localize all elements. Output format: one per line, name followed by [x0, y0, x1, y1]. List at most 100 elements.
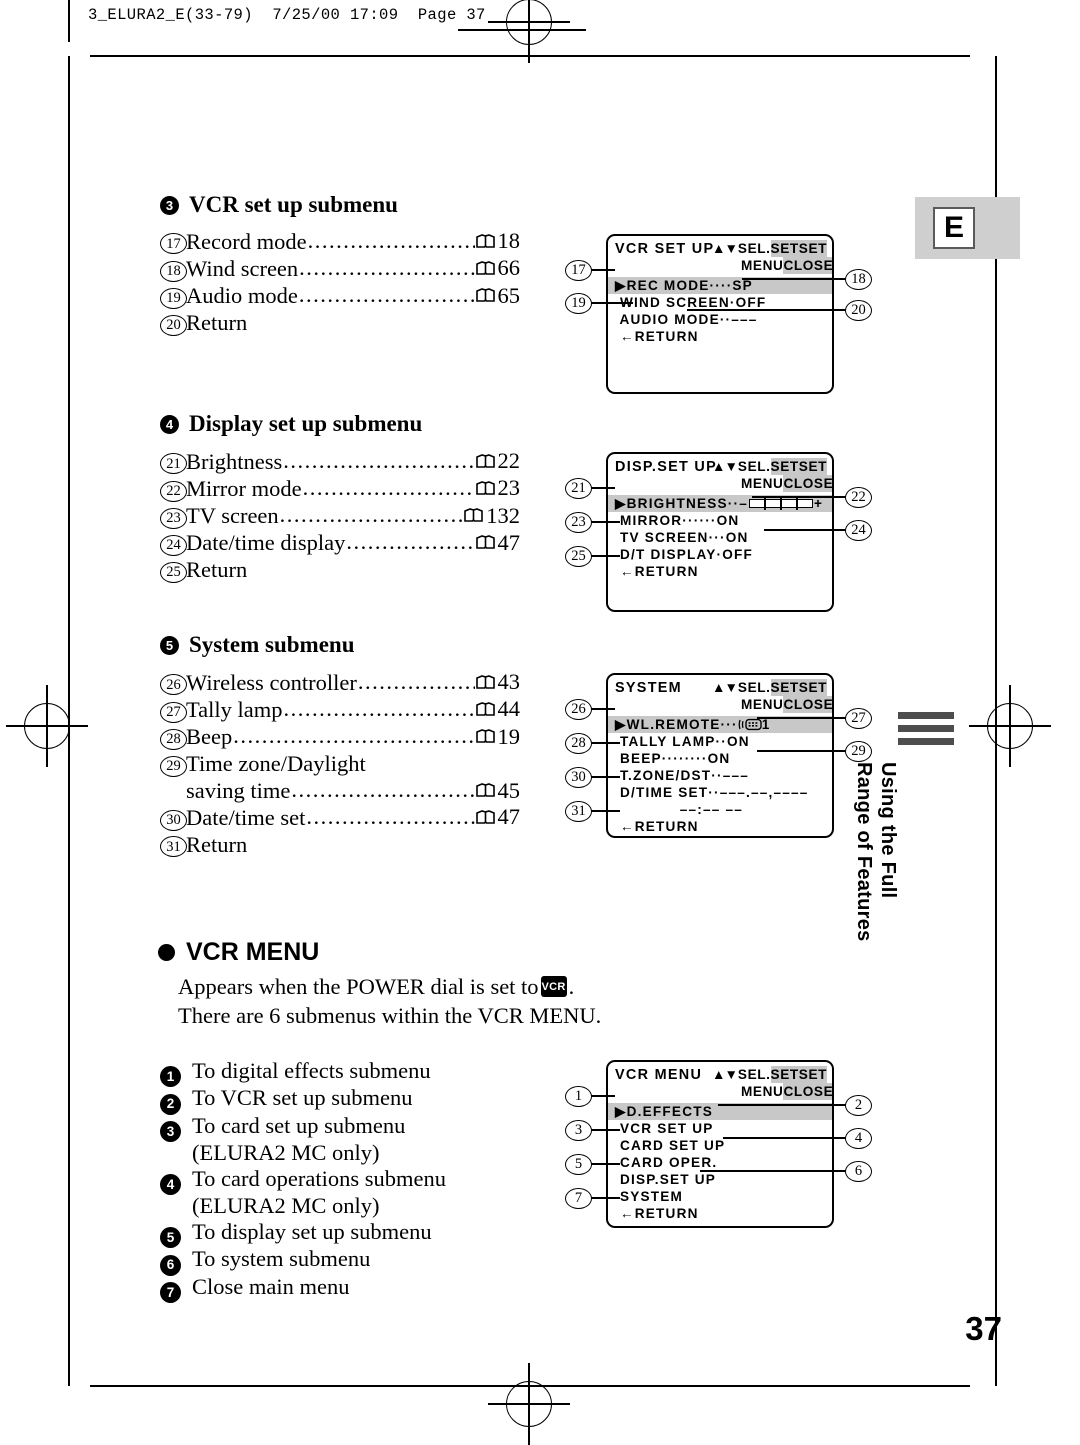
item-label: Return — [186, 831, 248, 857]
list-item: 4 To card operations submenu — [160, 1166, 446, 1196]
lcd-menu-row[interactable]: T.ZONE/DST··––– — [608, 767, 832, 784]
item-label: Tally lamp — [186, 696, 283, 722]
lcd-menu-row[interactable]: ←RETURN — [608, 818, 832, 835]
lcd-menu-row[interactable]: ←RETURN — [608, 563, 832, 580]
callout-leader-line — [591, 521, 620, 523]
page-number-ref: 45 — [497, 777, 521, 803]
lcd-sel-hint-line2: MENU CLOSE — [741, 696, 834, 713]
book-icon — [475, 783, 495, 797]
vcr-menu-description-line1: Appears when the POWER dial is set to VCR… — [178, 972, 601, 1001]
wl-remote-channel: 1 — [761, 717, 771, 732]
lcd-menu-row-wireless-remote[interactable]: ▶WL.REMOTE··· 1 — [608, 716, 832, 733]
callout-marker: 17 — [565, 260, 592, 281]
book-icon — [475, 453, 495, 468]
updown-arrows-icon: ▲▼ — [712, 241, 738, 256]
lcd-menu-row[interactable]: TALLY LAMP··ON — [608, 733, 832, 750]
item-label: Date/time display — [186, 530, 346, 556]
lcd-menu-row[interactable]: VCR SET UP — [608, 1120, 832, 1137]
vcr-menu-heading: VCR MENU — [158, 938, 319, 967]
lcd-menu-row[interactable]: SYSTEM — [608, 1188, 832, 1205]
book-icon — [475, 674, 495, 689]
item-number: 18 — [160, 259, 187, 282]
item-label: Close main menu — [192, 1273, 350, 1299]
callout-leader-line — [757, 750, 846, 752]
callout-leader-line — [591, 810, 620, 812]
list-item: 20 Return — [160, 310, 520, 337]
lcd-menu-row[interactable]: D/T DISPLAY·OFF — [608, 546, 832, 563]
item-label: Mirror mode — [186, 475, 302, 501]
section-title: VCR set up submenu — [189, 192, 398, 217]
lcd-menu-row[interactable]: BEEP········ON — [608, 750, 832, 767]
item-page-ref: 65 — [475, 283, 520, 309]
item-page-ref: 47 — [475, 530, 520, 556]
lcd-menu-row[interactable]: ▶REC MODE····SP — [608, 277, 832, 294]
item-label-continued: saving time — [186, 778, 291, 804]
lcd-menu-row[interactable]: D/TIME SET··–––.––,–––– — [608, 784, 832, 801]
tab-bar — [898, 738, 954, 745]
callout-marker: 25 — [565, 546, 592, 567]
list-item: 25 Return — [160, 557, 520, 584]
item-page-ref: 23 — [475, 475, 520, 501]
item-number: 21 — [160, 452, 187, 475]
lcd-sel-hint-line1: ▲▼ SEL. SETSET — [712, 240, 828, 257]
list-item: 27 Tally lamp ..........................… — [160, 696, 520, 723]
vcr-menu-item-list: 1 To digital effects submenu 2 To VCR se… — [160, 1058, 446, 1303]
item-label: Audio mode — [186, 283, 298, 309]
callout-leader-line — [591, 302, 633, 304]
chapter-tab-label: Using the Full Range of Features — [852, 762, 899, 942]
callout-leader-line — [591, 269, 615, 271]
lcd-menu-row[interactable]: AUDIO MODE··––– — [608, 311, 832, 328]
leader-dots: ........................................… — [233, 723, 475, 749]
list-item: 1 To digital effects submenu — [160, 1058, 446, 1088]
brightness-label: ▶BRIGHTNESS··– — [615, 496, 748, 511]
callout-marker: 4 — [845, 1128, 872, 1149]
leader-dots: ........................................… — [298, 282, 475, 308]
item-label: To system submenu — [192, 1246, 371, 1272]
lcd-screen-system: SYSTEM ▲▼ SEL. SETSET MENU CLOSE ▶WL.REMOTE… — [606, 673, 834, 838]
section-number-badge: 4 — [160, 415, 179, 434]
leader-dots: ........................................… — [302, 474, 475, 500]
leader-dots: ........................................… — [357, 668, 475, 694]
page-number-ref: 18 — [497, 228, 521, 253]
callout-leader-line — [757, 717, 846, 719]
callout-marker: 3 — [565, 1120, 592, 1141]
leader-dots: ........................................… — [279, 502, 464, 528]
item-number: 5 — [160, 1227, 181, 1249]
callout-leader-line — [742, 278, 846, 280]
lcd-menu-row[interactable]: ←RETURN — [608, 328, 832, 345]
list-item: 5 To display set up submenu — [160, 1219, 446, 1249]
crop-mark-top-left-v — [68, 0, 70, 42]
bullet-icon — [158, 944, 175, 961]
item-number: 29 — [160, 754, 187, 777]
lcd-menu-row[interactable]: TV SCREEN···ON — [608, 529, 832, 546]
lcd-menu-row[interactable]: ▶D.EFFECTS — [608, 1103, 832, 1120]
callout-leader-line — [718, 1104, 846, 1106]
callout-leader-line — [591, 776, 620, 778]
item-label: Beep — [186, 724, 233, 750]
item-number: 19 — [160, 286, 187, 309]
lcd-menu-row-brightness[interactable]: ▶BRIGHTNESS··– + — [608, 495, 832, 512]
page-number-ref: 43 — [497, 669, 521, 694]
lcd-menu-row[interactable]: DISP.SET UP — [608, 1171, 832, 1188]
tab-bar — [898, 712, 954, 719]
lcd-menu-row[interactable]: CARD OPER. — [608, 1154, 832, 1171]
item-number: 1 — [160, 1066, 181, 1088]
updown-arrows-icon: ▲▼ — [712, 680, 738, 695]
callout-leader-line — [591, 1197, 620, 1199]
running-head-rule — [458, 29, 586, 31]
callout-marker: 30 — [565, 767, 592, 788]
lcd-title: VCR MENU — [615, 1067, 703, 1083]
item-label: Return — [186, 309, 248, 335]
callout-leader-line — [591, 708, 615, 710]
item-number: 25 — [160, 560, 187, 583]
lcd-menu-row[interactable]: ←RETURN — [608, 1205, 832, 1222]
brightness-slider[interactable] — [749, 496, 813, 510]
leader-dots: ........................................… — [299, 254, 474, 280]
page-number-ref: 47 — [497, 804, 521, 830]
item-label: Wireless controller — [186, 669, 357, 695]
callout-marker: 29 — [845, 741, 872, 762]
callout-marker: 23 — [565, 512, 592, 533]
callout-leader-line — [687, 309, 846, 311]
lcd-menu-row[interactable]: MIRROR······ON — [608, 512, 832, 529]
lcd-menu-row[interactable]: CARD SET UP — [608, 1137, 832, 1154]
